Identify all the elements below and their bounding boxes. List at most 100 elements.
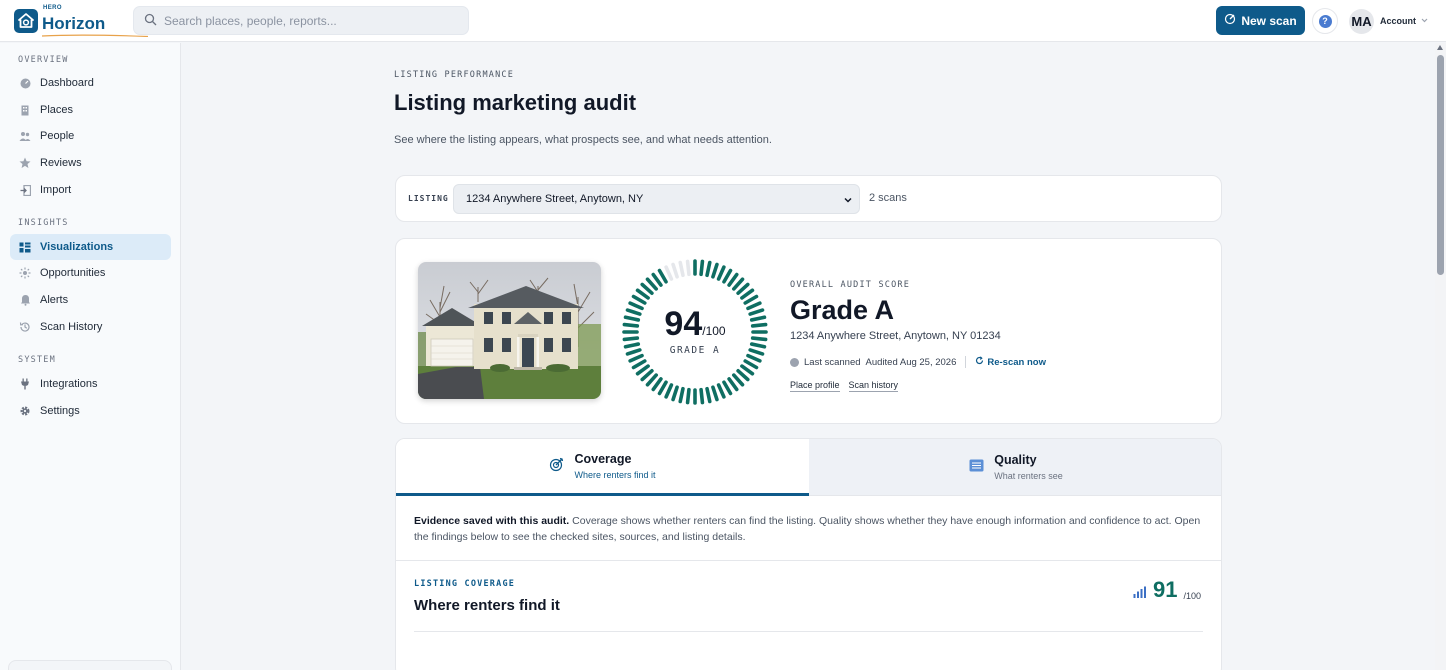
sidebar-item-label: People bbox=[40, 130, 75, 142]
gauge-segment bbox=[736, 282, 750, 295]
listing-photo bbox=[418, 262, 601, 399]
coverage-score-max: /100 bbox=[1183, 591, 1201, 601]
gauge-segment bbox=[671, 385, 679, 402]
new-scan-button[interactable]: New scan bbox=[1216, 6, 1305, 35]
gauge-segment bbox=[635, 288, 650, 300]
logo-house-icon bbox=[14, 9, 38, 33]
gauge-score-max: /100 bbox=[702, 324, 726, 338]
account-label: Account bbox=[1380, 16, 1416, 26]
list-icon bbox=[969, 459, 984, 475]
listing-selector-card: LISTING 1234 Anywhere Street, Anytown, N… bbox=[395, 175, 1222, 222]
dashboard-icon bbox=[19, 77, 31, 89]
sidebar-item-visualizations[interactable]: Visualizations bbox=[10, 234, 171, 260]
gauge-segment bbox=[685, 259, 691, 277]
gauge-segment bbox=[685, 387, 691, 405]
sidebar-item-places[interactable]: Places bbox=[10, 97, 171, 123]
avatar: MA bbox=[1349, 8, 1374, 34]
logo-wordmark: Horizon bbox=[42, 14, 106, 33]
scan-count: 2 scans bbox=[869, 192, 907, 204]
tab-subtitle: What renters see bbox=[994, 471, 1063, 481]
star-icon bbox=[19, 157, 31, 169]
tab-title: Coverage bbox=[574, 452, 632, 466]
sidebar-item-settings[interactable]: Settings bbox=[10, 398, 171, 424]
sidebar-item-label: Import bbox=[40, 184, 72, 196]
refresh-icon bbox=[975, 356, 984, 368]
scrollbar-thumb[interactable] bbox=[1437, 55, 1444, 275]
gauge-segment bbox=[716, 383, 726, 399]
page-eyebrow: LISTING PERFORMANCE bbox=[394, 70, 515, 80]
sparkle-icon bbox=[19, 267, 31, 279]
listing-select[interactable]: 1234 Anywhere Street, Anytown, NY bbox=[453, 184, 860, 214]
history-icon bbox=[19, 321, 31, 333]
scan-history-link[interactable]: Scan history bbox=[848, 380, 899, 392]
coverage-divider bbox=[414, 631, 1203, 632]
tab-subtitle: Where renters find it bbox=[574, 470, 656, 480]
sidebar-item-people[interactable]: People bbox=[10, 123, 171, 149]
scroll-up-arrow-icon[interactable] bbox=[1437, 45, 1443, 50]
chevron-down-icon bbox=[843, 195, 853, 208]
gauge-segment bbox=[628, 353, 644, 363]
sidebar-item-import[interactable]: Import bbox=[10, 177, 171, 203]
nav-section-overview: OVERVIEW bbox=[18, 55, 69, 65]
gauge-segment bbox=[716, 265, 726, 281]
audited-date: Audited Aug 25, 2026 bbox=[865, 356, 957, 368]
coverage-score: 91 /100 bbox=[1133, 579, 1201, 601]
sidebar-item-label: Integrations bbox=[40, 378, 98, 390]
target-icon bbox=[549, 457, 564, 475]
place-profile-link[interactable]: Place profile bbox=[790, 380, 840, 392]
global-search[interactable] bbox=[133, 6, 469, 35]
building-icon bbox=[19, 104, 31, 116]
tab-quality[interactable]: Quality What renters see bbox=[809, 439, 1221, 496]
gauge-segment bbox=[651, 377, 663, 392]
gauge-segment bbox=[711, 385, 719, 402]
signal-bars-icon bbox=[1133, 586, 1147, 601]
listing-select-value: 1234 Anywhere Street, Anytown, NY bbox=[466, 193, 644, 205]
gauge-segment bbox=[722, 268, 733, 284]
evidence-note: Evidence saved with this audit. Coverage… bbox=[414, 513, 1209, 545]
gauge-segment bbox=[640, 369, 654, 382]
account-menu[interactable]: MA Account bbox=[1349, 8, 1429, 34]
gauge-segment bbox=[699, 259, 705, 277]
gauge-segment bbox=[651, 272, 663, 287]
app-logo[interactable]: HERO Horizon bbox=[14, 5, 148, 37]
gauge-segment bbox=[743, 359, 759, 370]
gauge-segment bbox=[732, 277, 745, 291]
sidebar-item-scan-history[interactable]: Scan History bbox=[10, 314, 171, 340]
page-title: Listing marketing audit bbox=[394, 90, 637, 115]
rescan-label: Re-scan now bbox=[987, 356, 1046, 368]
sidebar-item-label: Alerts bbox=[40, 294, 69, 306]
sidebar-item-label: Places bbox=[40, 104, 74, 116]
gauge-segment bbox=[678, 386, 685, 404]
sidebar-item-reviews[interactable]: Reviews bbox=[10, 150, 171, 176]
sidebar-item-opportunities[interactable]: Opportunities bbox=[10, 260, 171, 286]
gauge-segment bbox=[711, 262, 719, 279]
status-dot-icon bbox=[790, 357, 799, 367]
page-scrollbar[interactable] bbox=[1435, 43, 1446, 670]
gauge-segment bbox=[664, 265, 674, 281]
help-button[interactable]: ? bbox=[1312, 8, 1338, 34]
nav-section-insights: INSIGHTS bbox=[18, 218, 69, 228]
search-input[interactable] bbox=[164, 13, 454, 28]
sidebar-footer-card bbox=[8, 660, 172, 670]
gauge-segment bbox=[664, 383, 674, 399]
nav-section-system: SYSTEM bbox=[18, 355, 56, 365]
new-scan-label: New scan bbox=[1241, 13, 1297, 28]
plug-icon bbox=[19, 378, 31, 390]
gauge-segment bbox=[699, 387, 705, 405]
sidebar-item-label: Settings bbox=[40, 405, 80, 417]
rescan-button[interactable]: Re-scan now bbox=[975, 356, 1046, 368]
grid-icon bbox=[19, 241, 31, 253]
coverage-score-value: 91 bbox=[1152, 577, 1178, 602]
gauge-segment bbox=[705, 386, 712, 404]
sidebar-item-dashboard[interactable]: Dashboard bbox=[10, 70, 171, 96]
sidebar-item-integrations[interactable]: Integrations bbox=[10, 371, 171, 397]
gauge-segment bbox=[746, 353, 762, 363]
gauge-score: 94/100 bbox=[622, 305, 768, 344]
people-icon bbox=[19, 130, 31, 142]
coverage-eyebrow: LISTING COVERAGE bbox=[414, 579, 516, 589]
sidebar-item-label: Scan History bbox=[40, 321, 103, 333]
gauge-segment bbox=[732, 373, 745, 387]
tab-coverage[interactable]: Coverage Where renters find it bbox=[396, 439, 809, 496]
meta-divider bbox=[965, 356, 967, 368]
sidebar-item-alerts[interactable]: Alerts bbox=[10, 287, 171, 313]
